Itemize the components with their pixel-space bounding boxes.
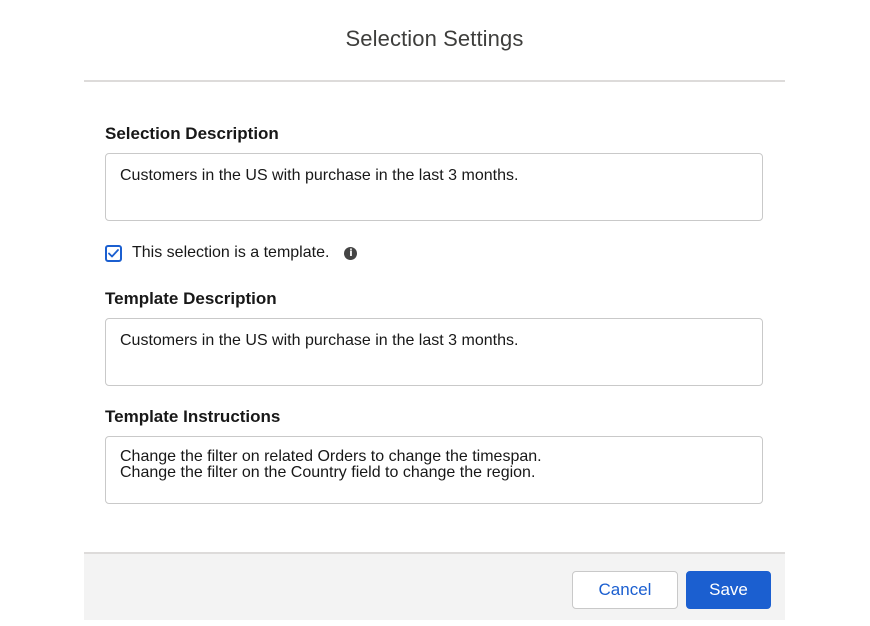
modal-footer: Cancel Save xyxy=(84,552,785,620)
template-description-input[interactable]: Customers in the US with purchase in the… xyxy=(105,318,763,386)
selection-description-label: Selection Description xyxy=(105,124,279,143)
template-description-field: Template Description Customers in the US… xyxy=(105,289,764,386)
checkmark-icon xyxy=(108,248,119,257)
save-button[interactable]: Save xyxy=(686,571,771,609)
cancel-button[interactable]: Cancel xyxy=(572,571,678,609)
modal-title: Selection Settings xyxy=(345,26,524,51)
template-instructions-label: Template Instructions xyxy=(105,407,281,426)
modal-body: Selection Description Customers in the U… xyxy=(84,82,785,504)
template-instructions-field: Template Instructions Change the filter … xyxy=(105,407,764,504)
selection-settings-modal: Selection Settings Selection Description… xyxy=(84,0,785,620)
selection-description-input[interactable]: Customers in the US with purchase in the… xyxy=(105,153,763,221)
selection-description-field: Selection Description Customers in the U… xyxy=(105,124,764,221)
info-icon[interactable]: i xyxy=(344,246,358,260)
modal-header: Selection Settings xyxy=(84,0,785,82)
template-checkbox-row: This selection is a template. i xyxy=(105,243,764,263)
template-instructions-input[interactable]: Change the filter on related Orders to c… xyxy=(105,436,763,504)
template-checkbox[interactable] xyxy=(105,244,122,262)
template-description-label: Template Description xyxy=(105,289,277,308)
template-checkbox-label[interactable]: This selection is a template. xyxy=(132,244,329,262)
